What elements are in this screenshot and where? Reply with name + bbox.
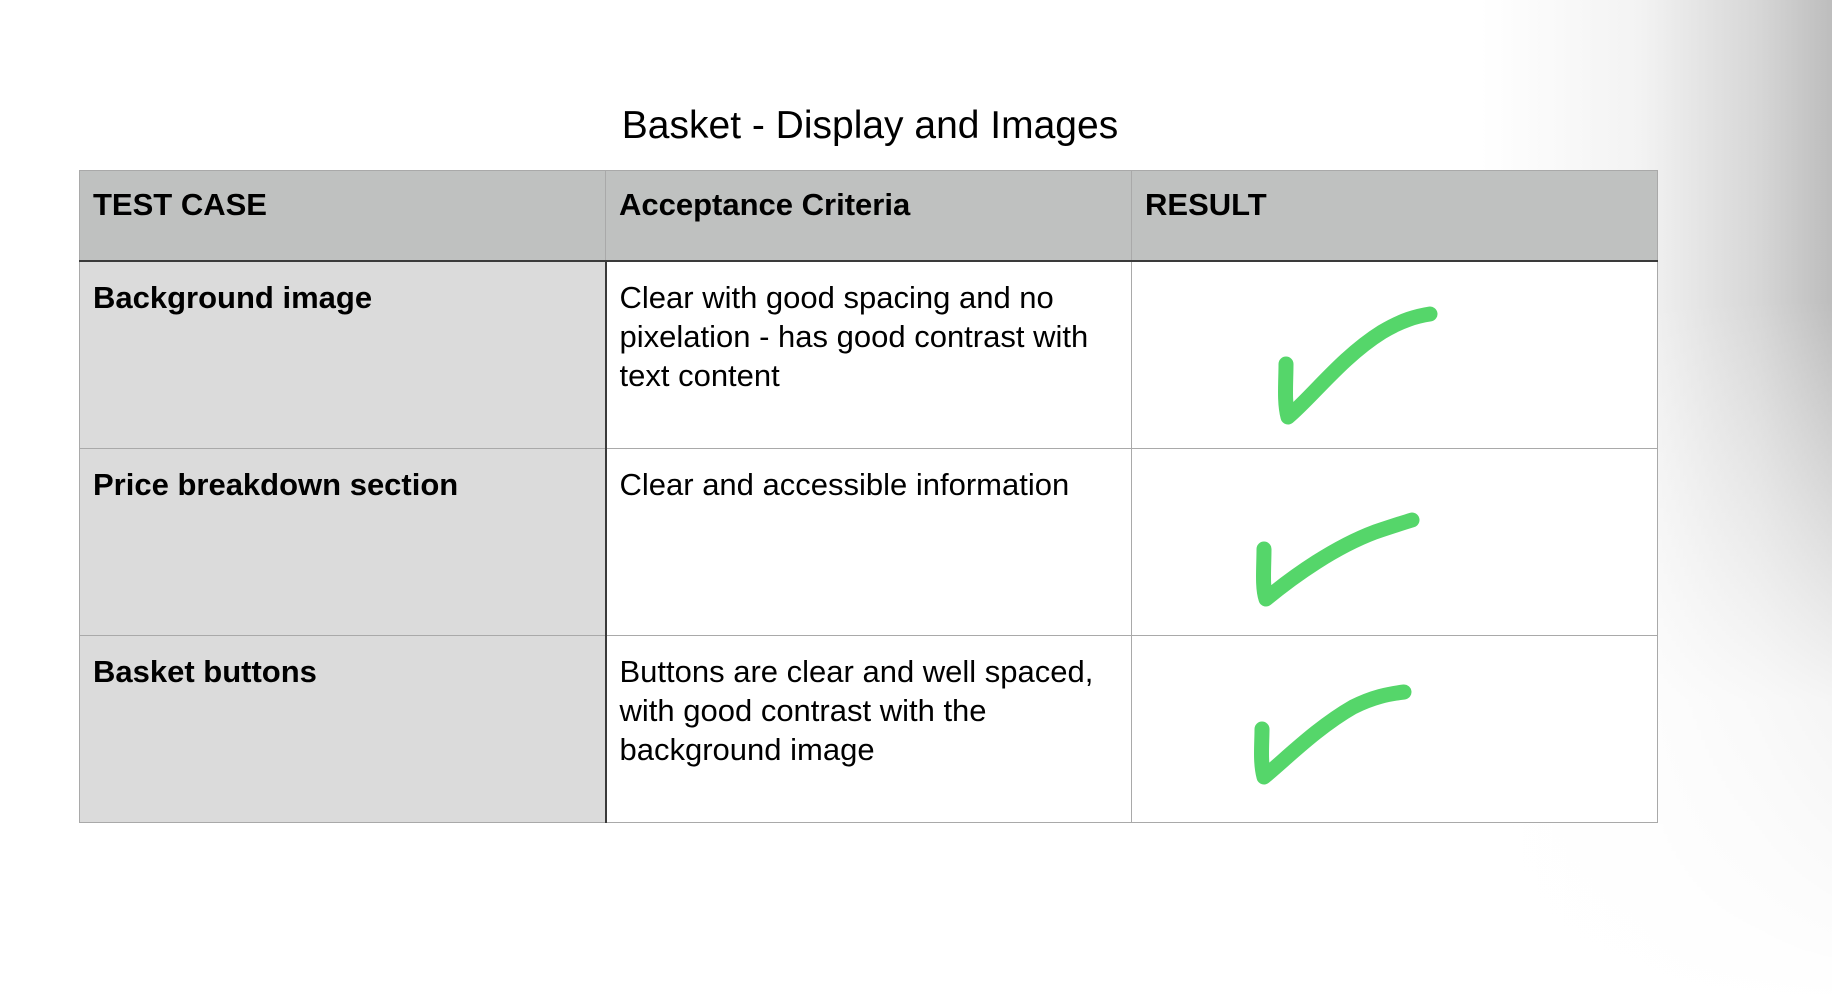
table-row: Background image Clear with good spacing… <box>79 260 1658 449</box>
criteria-cell: Clear with good spacing and no pixelatio… <box>605 260 1132 449</box>
criteria-cell: Clear and accessible information <box>605 447 1132 636</box>
green-checkmark-icon <box>1256 512 1420 606</box>
green-checkmark-icon <box>1278 306 1438 425</box>
test-results-table: TEST CASE Acceptance Criteria RESULT Bac… <box>79 170 1658 823</box>
result-cell <box>1131 634 1658 823</box>
header-acceptance-criteria: Acceptance Criteria <box>605 170 1132 262</box>
criteria-cell: Buttons are clear and well spaced, with … <box>605 634 1132 823</box>
table-header-row: TEST CASE Acceptance Criteria RESULT <box>79 170 1658 262</box>
green-checkmark-icon <box>1254 684 1412 784</box>
document-title: Basket - Display and Images <box>621 104 1119 147</box>
test-case-cell: Background image <box>79 260 607 449</box>
table-row: Basket buttons Buttons are clear and wel… <box>79 634 1658 823</box>
result-cell <box>1131 260 1658 449</box>
table-row: Price breakdown section Clear and access… <box>79 447 1658 636</box>
test-case-cell: Basket buttons <box>79 634 607 823</box>
header-result: RESULT <box>1131 170 1658 262</box>
header-test-case: TEST CASE <box>79 170 606 262</box>
result-cell <box>1131 447 1658 636</box>
test-case-cell: Price breakdown section <box>79 447 607 636</box>
